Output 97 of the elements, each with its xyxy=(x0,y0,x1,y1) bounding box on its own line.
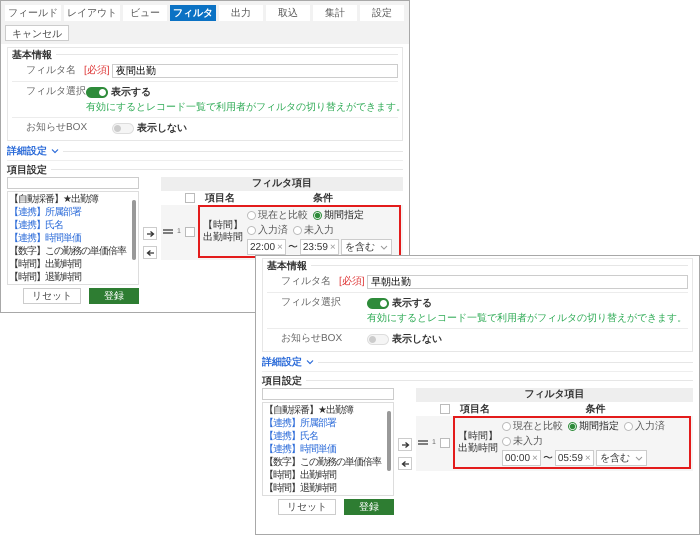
details-link[interactable]: 詳細設定 xyxy=(7,144,47,158)
chevron-down-icon xyxy=(306,359,314,365)
field-label: お知らせBOX xyxy=(281,332,344,346)
search-field[interactable] xyxy=(262,388,394,400)
arrow-left-icon xyxy=(400,460,410,468)
radio-option[interactable]: 未入力 xyxy=(293,223,334,237)
table-cell-text: 【時間】出勤時間 xyxy=(202,220,244,244)
field-label: フィルタ名 xyxy=(281,275,332,289)
caret-icon xyxy=(634,456,643,460)
tab[interactable]: フィールド xyxy=(5,5,61,21)
section-title: 項目設定 xyxy=(262,374,302,388)
list-item[interactable]: 【時間】出勤時間 xyxy=(9,258,129,271)
remove-button[interactable] xyxy=(143,246,157,259)
list-item[interactable]: 【連携】所属部署 xyxy=(264,417,384,430)
remove-button[interactable] xyxy=(398,457,412,470)
list-item[interactable]: 【連携】時間単価 xyxy=(264,443,384,456)
radio-option[interactable]: 入力済 xyxy=(624,419,665,433)
column-header: 項目名 xyxy=(204,192,236,205)
caret-icon xyxy=(380,244,388,250)
drag-handle-icon xyxy=(163,229,173,234)
arrow-left-icon xyxy=(146,248,154,256)
list-item[interactable]: 【時間】退勤時間 xyxy=(264,482,384,495)
arrow-right-icon xyxy=(146,230,154,238)
toggle-label: 表示する xyxy=(111,86,151,99)
field-label: お知らせBOX xyxy=(26,121,88,135)
tab[interactable]: 集計 xyxy=(313,5,357,21)
details-link[interactable]: 詳細設定 xyxy=(262,355,302,369)
list-item[interactable]: 【連携】時間単価 xyxy=(9,232,129,245)
radio-option[interactable]: 未入力 xyxy=(502,434,543,448)
submit-button[interactable]: 登録 xyxy=(344,499,394,515)
section-title: 基本情報 xyxy=(267,260,307,272)
list-item[interactable]: 【時間】出勤時間 xyxy=(264,469,384,482)
add-button[interactable] xyxy=(398,438,412,451)
filter-name-field[interactable]: 夜間出勤 xyxy=(112,64,398,78)
column-header: 条件 xyxy=(584,402,606,416)
time-field[interactable]: 22:00 × xyxy=(247,239,286,255)
radio-option[interactable]: 現在と比較 xyxy=(247,208,308,222)
radio-option[interactable]: 期間指定 xyxy=(568,419,619,433)
add-button[interactable] xyxy=(143,227,157,240)
list-item[interactable]: 【数字】この勤務の単価倍率 xyxy=(264,456,384,469)
match-dropdown[interactable]: を含む xyxy=(340,239,392,255)
tab[interactable]: ビュー xyxy=(123,5,167,21)
range-separator: 〜 xyxy=(542,452,553,465)
list-item[interactable]: 【自動採番】★出勤簿 xyxy=(9,193,129,206)
cancel-button[interactable]: キャンセル xyxy=(5,25,69,41)
search-field[interactable] xyxy=(7,177,139,189)
list-item[interactable]: 【時間】退勤時間 xyxy=(9,271,129,284)
list-item[interactable]: 【連携】氏名 xyxy=(264,430,384,443)
list-item[interactable]: 【自動採番】★出勤簿 xyxy=(264,404,384,417)
scrollbar[interactable] xyxy=(387,411,391,471)
hint-text: 有効にするとレコード一覧で利用者がフィルタの切り替えができます。 xyxy=(86,100,406,114)
section-title: 項目設定 xyxy=(7,163,47,176)
time-field[interactable]: 23:59 × xyxy=(300,239,339,255)
list-item[interactable]: 【数字】この勤務の単価倍率 xyxy=(9,245,129,258)
required-mark: [必須] xyxy=(84,64,111,78)
scrollbar[interactable] xyxy=(132,200,136,260)
table-title: フィルタ項目 xyxy=(416,388,693,402)
time-field[interactable]: 00:00 × xyxy=(502,450,541,466)
radio-option[interactable]: 入力済 xyxy=(247,223,288,237)
hint-text: 有効にするとレコード一覧で利用者がフィルタの切り替えができます。 xyxy=(367,312,687,325)
arrow-right-icon xyxy=(400,440,410,448)
radio-option[interactable]: 期間指定 xyxy=(313,208,364,222)
range-separator: 〜 xyxy=(288,241,298,254)
list-item[interactable]: 【連携】氏名 xyxy=(9,219,129,232)
toggle-label: 表示しない xyxy=(392,332,442,346)
submit-button[interactable]: 登録 xyxy=(89,288,139,304)
tab[interactable]: 取込 xyxy=(266,5,310,21)
tab[interactable]: 設定 xyxy=(360,5,404,21)
toggle-label: 表示しない xyxy=(137,122,187,135)
radio-option[interactable]: 現在と比較 xyxy=(502,419,563,433)
drag-handle-icon xyxy=(418,440,428,445)
checkbox[interactable] xyxy=(185,193,195,203)
checkbox[interactable] xyxy=(440,404,450,414)
list-item[interactable]: 【連携】所属部署 xyxy=(9,206,129,219)
tab[interactable]: レイアウト xyxy=(64,5,120,21)
filter-name-field[interactable]: 早朝出勤 xyxy=(367,275,688,289)
toggle-switch[interactable] xyxy=(367,298,389,308)
match-dropdown[interactable]: を含む xyxy=(596,450,647,466)
column-header: 条件 xyxy=(312,192,334,205)
toggle-label: 表示する xyxy=(392,296,432,310)
section-title: 基本情報 xyxy=(12,48,52,62)
field-label: フィルタ選択 xyxy=(281,296,342,310)
chevron-down-icon xyxy=(51,148,59,154)
field-label: フィルタ名 xyxy=(26,64,77,78)
reset-button[interactable]: リセット xyxy=(278,499,336,515)
time-field[interactable]: 05:59 × xyxy=(554,450,594,466)
reset-button[interactable]: リセット xyxy=(23,288,81,304)
tab[interactable]: フィルタ xyxy=(170,5,216,21)
checkbox[interactable] xyxy=(185,226,195,236)
toggle-switch[interactable] xyxy=(86,86,108,98)
column-header: 項目名 xyxy=(458,402,491,416)
table-cell-text: 【時間】出勤時間 xyxy=(457,430,499,454)
table-title: フィルタ項目 xyxy=(161,177,403,191)
required-mark: [必須] xyxy=(339,275,366,289)
tab[interactable]: 出力 xyxy=(219,5,263,21)
field-label: フィルタ選択 xyxy=(26,85,86,99)
checkbox[interactable] xyxy=(440,438,450,448)
